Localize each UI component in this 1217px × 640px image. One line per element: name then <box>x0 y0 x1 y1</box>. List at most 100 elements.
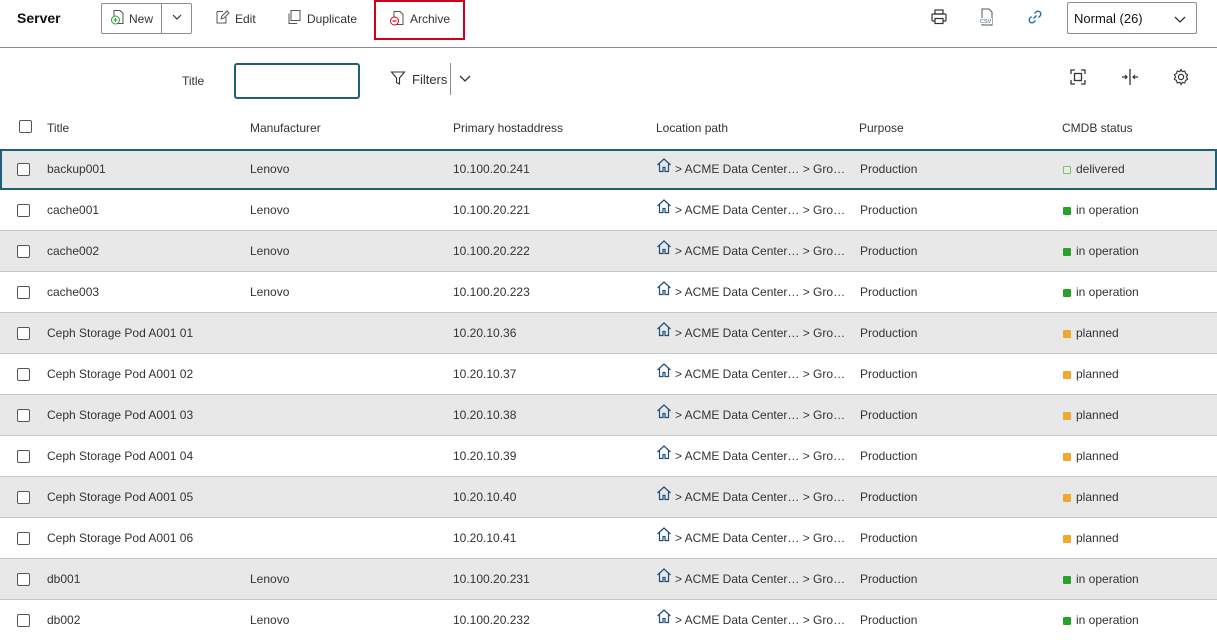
cell-title[interactable]: Ceph Storage Pod A001 01 <box>47 313 237 354</box>
cell-purpose: Production <box>860 326 918 340</box>
table-row[interactable]: Ceph Storage Pod A001 01 10.20.10.36 > ACM… <box>0 313 1217 354</box>
row-checkbox[interactable] <box>17 450 30 463</box>
table-row[interactable]: Ceph Storage Pod A001 05 10.20.10.40 > ACM… <box>0 477 1217 518</box>
location-path-text: > ACME Data Center… > Gro… <box>675 531 846 545</box>
archive-button[interactable]: Archive <box>374 0 465 40</box>
column-header-manufacturer[interactable]: Manufacturer <box>250 121 321 135</box>
cell-title[interactable]: Ceph Storage Pod A001 06 <box>47 518 237 559</box>
cell-title[interactable]: Ceph Storage Pod A001 02 <box>47 354 237 395</box>
location-path-text: > ACME Data Center… > Gro… <box>675 449 846 463</box>
status-label: planned <box>1076 326 1119 340</box>
row-checkbox[interactable] <box>17 409 30 422</box>
row-checkbox[interactable] <box>17 532 30 545</box>
cell-location[interactable]: > ACME Data Center… > Gro… <box>656 600 849 640</box>
table-row[interactable]: cache001 Lenovo 10.100.20.221 > ACME Data C… <box>0 190 1217 231</box>
link-icon <box>1026 8 1044 29</box>
view-select[interactable]: Normal (26) <box>1067 2 1197 34</box>
cell-location[interactable]: > ACME Data Center… > Gro… <box>656 354 849 395</box>
chevron-down-icon <box>458 74 472 88</box>
new-dropdown-button[interactable] <box>162 4 191 33</box>
csv-export-button[interactable]: CSV <box>975 6 999 30</box>
cell-title[interactable]: Ceph Storage Pod A001 05 <box>47 477 237 518</box>
cell-hostaddress: 10.20.10.39 <box>453 449 517 463</box>
cell-location[interactable]: > ACME Data Center… > Gro… <box>656 149 849 190</box>
location-path-text: > ACME Data Center… > Gro… <box>675 203 846 217</box>
print-button[interactable] <box>927 6 951 30</box>
filters-dropdown-button[interactable] <box>458 71 472 88</box>
home-icon <box>656 354 672 395</box>
cell-location[interactable]: > ACME Data Center… > Gro… <box>656 190 849 231</box>
table-row[interactable]: Ceph Storage Pod A001 04 10.20.10.39 > ACM… <box>0 436 1217 477</box>
table-row[interactable]: cache002 Lenovo 10.100.20.222 > ACME Data C… <box>0 231 1217 272</box>
cell-hostaddress: 10.100.20.241 <box>453 162 530 176</box>
duplicate-button[interactable]: Duplicate <box>286 3 357 34</box>
column-width-button[interactable] <box>1118 66 1142 90</box>
cell-title[interactable]: db001 <box>47 559 237 600</box>
cell-location[interactable]: > ACME Data Center… > Gro… <box>656 477 849 518</box>
cell-title[interactable]: Ceph Storage Pod A001 03 <box>47 395 237 436</box>
row-checkbox[interactable] <box>17 286 30 299</box>
cell-manufacturer <box>250 477 440 518</box>
cell-hostaddress: 10.20.10.37 <box>453 367 517 381</box>
chevron-down-icon <box>171 11 183 26</box>
title-filter-input[interactable] <box>234 63 360 99</box>
column-header-cmdb-status[interactable]: CMDB status <box>1062 121 1133 135</box>
cell-title[interactable]: db002 <box>47 600 237 640</box>
status-label: in operation <box>1076 285 1139 299</box>
column-header-location[interactable]: Location path <box>656 121 728 135</box>
edit-button[interactable]: Edit <box>214 3 256 34</box>
row-checkbox[interactable] <box>17 245 30 258</box>
cell-location[interactable]: > ACME Data Center… > Gro… <box>656 395 849 436</box>
cell-location[interactable]: > ACME Data Center… > Gro… <box>656 231 849 272</box>
location-path-text: > ACME Data Center… > Gro… <box>675 285 846 299</box>
cell-location[interactable]: > ACME Data Center… > Gro… <box>656 272 849 313</box>
table-row[interactable]: db001 Lenovo 10.100.20.231 > ACME Data Cent… <box>0 559 1217 600</box>
row-checkbox[interactable] <box>17 327 30 340</box>
cell-cmdb-status: in operation <box>1063 559 1213 600</box>
table-row[interactable]: cache003 Lenovo 10.100.20.223 > ACME Data C… <box>0 272 1217 313</box>
new-button[interactable]: New <box>102 4 162 33</box>
row-checkbox[interactable] <box>17 573 30 586</box>
cell-location[interactable]: > ACME Data Center… > Gro… <box>656 313 849 354</box>
row-checkbox[interactable] <box>17 614 30 627</box>
cell-location[interactable]: > ACME Data Center… > Gro… <box>656 559 849 600</box>
cell-cmdb-status: planned <box>1063 436 1213 477</box>
cell-location[interactable]: > ACME Data Center… > Gro… <box>656 518 849 559</box>
table-row[interactable]: backup001 Lenovo 10.100.20.241 > ACME Data … <box>0 149 1217 190</box>
cell-location[interactable]: > ACME Data Center… > Gro… <box>656 436 849 477</box>
column-header-purpose[interactable]: Purpose <box>859 121 904 135</box>
view-select-value: Normal (26) <box>1074 10 1143 26</box>
table-row[interactable]: Ceph Storage Pod A001 02 10.20.10.37 > ACM… <box>0 354 1217 395</box>
link-button[interactable] <box>1023 6 1047 30</box>
duplicate-button-label: Duplicate <box>307 11 358 26</box>
select-all-checkbox[interactable] <box>19 120 32 133</box>
row-checkbox[interactable] <box>17 204 30 217</box>
home-icon <box>656 477 672 518</box>
cell-title[interactable]: cache002 <box>47 231 237 272</box>
cell-cmdb-status: planned <box>1063 518 1213 559</box>
cell-purpose: Production <box>860 244 918 258</box>
column-header-hostaddress[interactable]: Primary hostaddress <box>453 121 563 135</box>
cell-title[interactable]: backup001 <box>47 149 237 190</box>
row-checkbox[interactable] <box>17 491 30 504</box>
settings-button[interactable] <box>1169 66 1193 90</box>
new-button-label: New <box>128 11 153 26</box>
cell-title[interactable]: cache001 <box>47 190 237 231</box>
cell-title[interactable]: Ceph Storage Pod A001 04 <box>47 436 237 477</box>
cell-hostaddress: 10.20.10.36 <box>453 326 517 340</box>
table-row[interactable]: db002 Lenovo 10.100.20.232 > ACME Data Cent… <box>0 600 1217 640</box>
home-icon <box>656 436 672 477</box>
home-icon <box>656 190 672 231</box>
column-header-title[interactable]: Title <box>47 121 69 135</box>
row-checkbox[interactable] <box>17 163 30 176</box>
cell-hostaddress: 10.20.10.41 <box>453 531 517 545</box>
fit-to-screen-button[interactable] <box>1066 66 1090 90</box>
filters-button[interactable]: Filters <box>390 64 447 94</box>
cell-hostaddress: 10.100.20.222 <box>453 244 530 258</box>
filter-funnel-icon <box>390 70 406 89</box>
table-row[interactable]: Ceph Storage Pod A001 06 10.20.10.41 > ACM… <box>0 518 1217 559</box>
row-checkbox[interactable] <box>17 368 30 381</box>
table-row[interactable]: Ceph Storage Pod A001 03 10.20.10.38 > ACM… <box>0 395 1217 436</box>
cell-title[interactable]: cache003 <box>47 272 237 313</box>
cell-manufacturer <box>250 313 440 354</box>
